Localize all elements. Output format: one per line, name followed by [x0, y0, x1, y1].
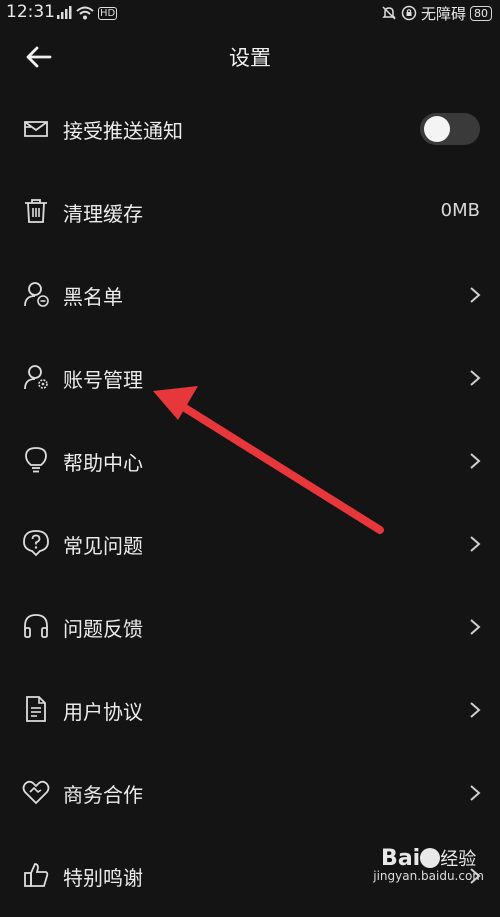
nav-bar: 设置 [0, 26, 500, 86]
lightbulb-icon [25, 447, 47, 473]
user-gear-icon [24, 365, 48, 390]
lock-rotation-icon [401, 5, 417, 21]
settings-row-label: 问题反馈 [63, 617, 143, 641]
settings-row-push-notifications[interactable]: 接受推送通知 [0, 87, 500, 170]
settings-row-business-cooperation[interactable]: 商务合作 [0, 751, 500, 834]
accessibility-label: 无障碍 [420, 4, 466, 23]
settings-row-label: 常见问题 [63, 534, 143, 558]
message-icon [24, 121, 48, 137]
headphones-icon [24, 614, 48, 638]
settings-row-label: 商务合作 [63, 783, 143, 807]
baidu-watermark: Bai 经验 jingyan.baidu.com [373, 845, 484, 883]
settings-row-label: 接受推送通知 [63, 119, 183, 143]
chevron-right-icon [470, 287, 481, 303]
wifi-icon [76, 6, 94, 20]
push-notifications-toggle[interactable] [420, 113, 480, 145]
settings-row-user-agreement[interactable]: 用户协议 [0, 668, 500, 751]
chevron-right-icon [470, 785, 481, 801]
settings-row-clear-cache[interactable]: 清理缓存 0MB [0, 170, 500, 253]
status-icons-left: HD [56, 4, 118, 22]
settings-row-label: 特别鸣谢 [63, 866, 143, 890]
chevron-right-icon [470, 619, 481, 635]
page-title: 设置 [229, 46, 271, 70]
settings-row-label: 账号管理 [63, 368, 143, 392]
settings-row-help-center[interactable]: 帮助中心 [0, 419, 500, 502]
trash-icon [25, 199, 47, 223]
hd-badge: HD [98, 6, 118, 20]
settings-row-label: 黑名单 [63, 285, 123, 309]
bell-off-icon [382, 6, 396, 20]
handshake-icon [22, 780, 50, 805]
settings-row-label: 用户协议 [63, 700, 143, 724]
settings-row-feedback[interactable]: 问题反馈 [0, 585, 500, 668]
settings-row-account-management[interactable]: 账号管理 [0, 336, 500, 419]
cache-size-value: 0MB [440, 200, 480, 221]
chevron-right-icon [470, 536, 481, 552]
chevron-right-icon [470, 453, 481, 469]
watermark-url: jingyan.baidu.com [373, 869, 484, 883]
settings-row-faq[interactable]: 常见问题 [0, 502, 500, 585]
paw-icon [420, 848, 441, 868]
settings-row-blacklist[interactable]: 黑名单 [0, 253, 500, 336]
settings-row-label: 清理缓存 [63, 202, 143, 226]
baidu-logo: Bai 经验 [381, 846, 477, 871]
signal-icon [57, 6, 72, 19]
status-icons-right: 无障碍 80 [381, 3, 492, 23]
status-bar: 12:31 HD 无障碍 80 [0, 0, 500, 26]
chevron-right-icon [470, 702, 481, 718]
question-icon [23, 530, 49, 557]
status-time: 12:31 [6, 2, 55, 22]
toggle-knob [424, 116, 450, 142]
chevron-right-icon [470, 370, 481, 386]
battery-indicator: 80 [470, 5, 492, 21]
thumbs-up-icon [24, 863, 49, 887]
document-icon [26, 696, 46, 722]
user-minus-icon [24, 282, 49, 307]
settings-row-label: 帮助中心 [63, 451, 143, 475]
